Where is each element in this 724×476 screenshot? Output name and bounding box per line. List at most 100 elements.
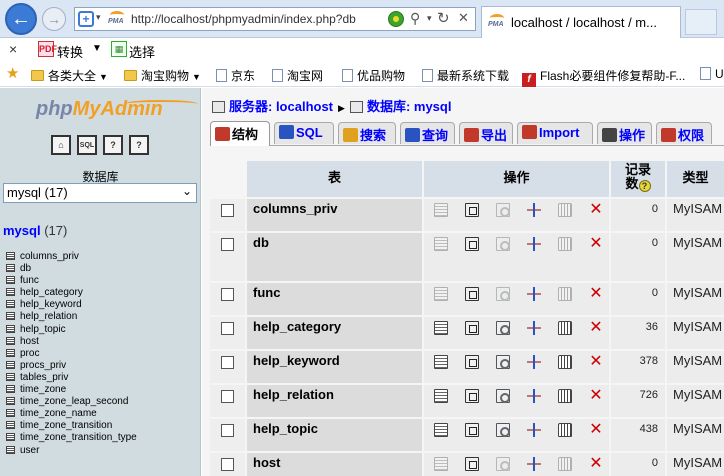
empty-icon[interactable]: [558, 321, 572, 335]
table-icon[interactable]: [6, 288, 15, 297]
empty-icon[interactable]: [558, 237, 572, 251]
insert-icon[interactable]: [527, 203, 541, 217]
sidebar-table-item[interactable]: proc: [6, 348, 137, 360]
table-icon[interactable]: [6, 324, 15, 333]
table-name-link[interactable]: db: [253, 235, 269, 250]
empty-icon[interactable]: [558, 423, 572, 437]
row-checkbox[interactable]: [221, 424, 234, 437]
drop-icon[interactable]: ✕: [589, 236, 603, 252]
docs-icon[interactable]: ?: [103, 135, 123, 155]
tab-import[interactable]: Import: [517, 122, 593, 144]
favorite-item[interactable]: f Flash必要组件修复帮助-F...: [522, 67, 685, 87]
search-icon[interactable]: [496, 355, 510, 369]
row-checkbox[interactable]: [221, 458, 234, 471]
row-checkbox[interactable]: [221, 390, 234, 403]
sidebar-table-label[interactable]: host: [20, 336, 39, 347]
address-bar[interactable]: + ▾ PMA http://localhost/phpmyadmin/inde…: [74, 7, 476, 31]
tab-sql[interactable]: SQL: [274, 122, 334, 144]
insert-icon[interactable]: [527, 237, 541, 251]
sidebar-table-label[interactable]: time_zone_name: [20, 408, 97, 419]
search-icon[interactable]: [496, 237, 510, 251]
sidebar-table-item[interactable]: tables_priv: [6, 372, 137, 384]
drop-icon[interactable]: ✕: [589, 320, 603, 336]
table-icon[interactable]: [6, 276, 15, 285]
chevron-down-icon[interactable]: ▾: [427, 13, 432, 24]
structure-icon[interactable]: [465, 287, 479, 301]
sidebar-table-item[interactable]: host: [6, 336, 137, 348]
drop-icon[interactable]: ✕: [589, 286, 603, 302]
empty-icon[interactable]: [558, 389, 572, 403]
sidebar-table-item[interactable]: func: [6, 275, 137, 287]
tab-export[interactable]: 导出: [459, 122, 513, 144]
search-icon[interactable]: [496, 287, 510, 301]
table-icon[interactable]: [6, 348, 15, 357]
browse-icon[interactable]: [434, 389, 448, 403]
table-icon[interactable]: [6, 421, 15, 430]
sidebar-table-label[interactable]: db: [20, 263, 31, 274]
sidebar-table-label[interactable]: help_category: [20, 287, 83, 298]
insert-icon[interactable]: [527, 423, 541, 437]
new-tab-button[interactable]: [685, 9, 717, 35]
structure-icon[interactable]: [465, 355, 479, 369]
structure-icon[interactable]: [465, 237, 479, 251]
sidebar-table-label[interactable]: time_zone_transition: [20, 420, 112, 431]
sidebar-table-item[interactable]: time_zone: [6, 384, 137, 396]
drop-icon[interactable]: ✕: [589, 422, 603, 438]
sidebar-table-label[interactable]: time_zone_leap_second: [20, 396, 128, 407]
browse-icon[interactable]: [434, 355, 448, 369]
shield-icon[interactable]: +: [78, 11, 94, 27]
table-icon[interactable]: [6, 372, 15, 381]
help-icon[interactable]: ?: [129, 135, 149, 155]
browse-icon[interactable]: [434, 423, 448, 437]
structure-icon[interactable]: [465, 321, 479, 335]
browse-icon[interactable]: [434, 287, 448, 301]
browser-tab[interactable]: PMA localhost / localhost / m...: [481, 6, 681, 38]
sidebar-table-label[interactable]: procs_priv: [20, 360, 66, 371]
sidebar-table-item[interactable]: time_zone_transition: [6, 420, 137, 432]
row-checkbox[interactable]: [221, 238, 234, 251]
select-icon[interactable]: ▦: [111, 41, 127, 57]
favorite-item[interactable]: 各类大全 ▼: [31, 67, 108, 83]
url-text[interactable]: http://localhost/phpmyadmin/index.php?db: [131, 12, 356, 26]
table-icon[interactable]: [6, 312, 15, 321]
sidebar-table-item[interactable]: help_keyword: [6, 299, 137, 311]
browse-icon[interactable]: [434, 237, 448, 251]
search-icon[interactable]: [496, 321, 510, 335]
search-icon[interactable]: [496, 423, 510, 437]
forward-arrow-icon[interactable]: →: [42, 7, 66, 31]
db-title[interactable]: mysql (17): [3, 223, 67, 238]
table-icon[interactable]: [6, 360, 15, 369]
tab-privileges[interactable]: 权限: [656, 122, 712, 144]
browse-icon[interactable]: [434, 457, 448, 471]
row-checkbox[interactable]: [221, 356, 234, 369]
row-checkbox[interactable]: [221, 288, 234, 301]
table-icon[interactable]: [6, 433, 15, 442]
table-name-link[interactable]: help_relation: [253, 387, 334, 402]
browse-icon[interactable]: [434, 321, 448, 335]
table-icon[interactable]: [6, 252, 15, 260]
chevron-down-icon[interactable]: ▾: [96, 12, 101, 23]
tab-operations[interactable]: 操作: [597, 122, 652, 144]
structure-icon[interactable]: [465, 389, 479, 403]
insert-icon[interactable]: [527, 287, 541, 301]
sidebar-table-label[interactable]: help_keyword: [20, 299, 82, 310]
table-name-link[interactable]: func: [253, 285, 280, 300]
sidebar-table-label[interactable]: time_zone: [20, 384, 66, 395]
favorite-item[interactable]: 淘宝购物 ▼: [124, 67, 201, 83]
table-icon[interactable]: [6, 264, 15, 273]
close-icon[interactable]: ×: [9, 41, 17, 57]
favorite-item[interactable]: 优品购物: [342, 67, 405, 83]
empty-icon[interactable]: [558, 287, 572, 301]
table-name-link[interactable]: columns_priv: [253, 201, 338, 216]
tab-structure[interactable]: 结构: [210, 121, 270, 146]
table-name-link[interactable]: help_keyword: [253, 353, 340, 368]
row-checkbox[interactable]: [221, 204, 234, 217]
refresh-icon[interactable]: ↻: [437, 9, 450, 27]
sidebar-table-item[interactable]: time_zone_leap_second: [6, 396, 137, 408]
empty-icon[interactable]: [558, 457, 572, 471]
drop-icon[interactable]: ✕: [589, 354, 603, 370]
sidebar-table-item[interactable]: columns_priv: [6, 251, 137, 263]
table-icon[interactable]: [6, 445, 15, 454]
select-button[interactable]: 选择: [129, 42, 155, 61]
sidebar-table-label[interactable]: columns_priv: [20, 251, 79, 262]
